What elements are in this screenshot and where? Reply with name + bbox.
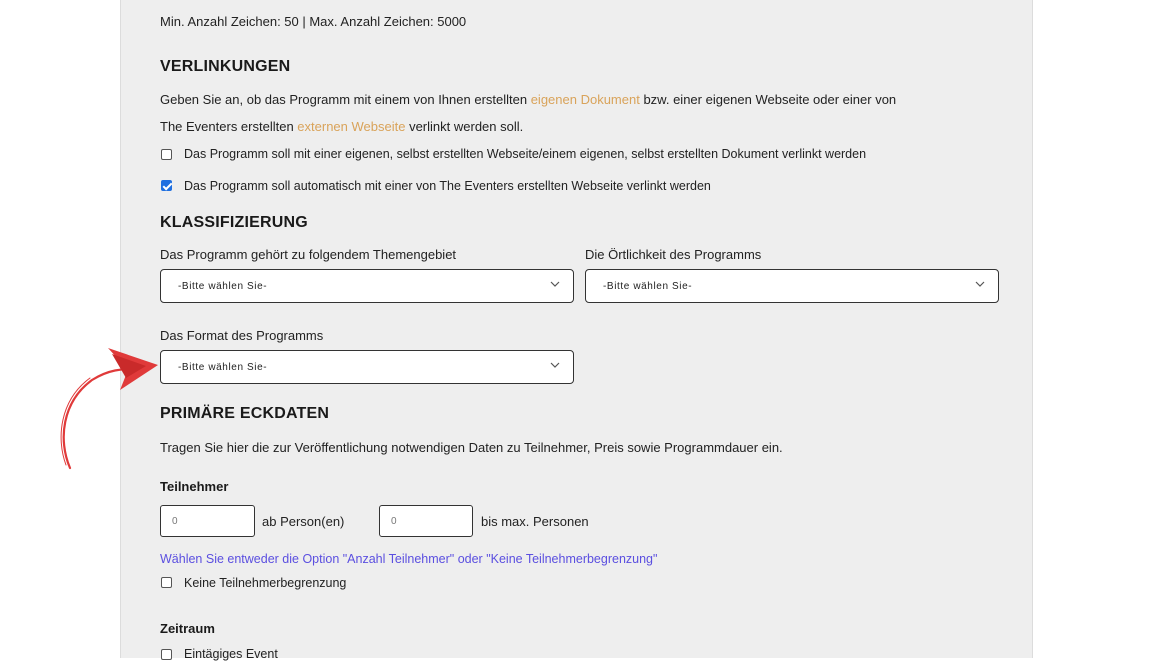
links-description-line2: The Eventers erstellten externen Webseit… bbox=[160, 119, 523, 134]
own-document-link[interactable]: eigenen Dokument bbox=[531, 92, 640, 107]
min-participants-suffix: ab Person(en) bbox=[262, 514, 345, 529]
links-description-line1: Geben Sie an, ob das Programm mit einem … bbox=[160, 92, 896, 107]
topic-select-value: -Bitte wählen Sie- bbox=[178, 281, 268, 292]
format-label: Das Format des Programms bbox=[160, 328, 324, 343]
links-desc-text: bzw. einer eigenen Webseite oder einer v… bbox=[639, 92, 897, 107]
topic-select[interactable]: -Bitte wählen Sie- bbox=[160, 269, 574, 303]
chevron-down-icon bbox=[550, 362, 560, 368]
primary-heading: PRIMÄRE ECKDATEN bbox=[160, 405, 330, 422]
location-select-value: -Bitte wählen Sie- bbox=[603, 281, 693, 292]
period-label: Zeitraum bbox=[160, 621, 215, 636]
location-select[interactable]: -Bitte wählen Sie- bbox=[585, 269, 999, 303]
no-limit-label: Keine Teilnehmerbegrenzung bbox=[184, 576, 347, 590]
min-participants-value: 0 bbox=[172, 516, 178, 527]
topic-label: Das Programm gehört zu folgendem Themeng… bbox=[160, 247, 457, 262]
links-desc-text: Geben Sie an, ob das Programm mit einem … bbox=[160, 92, 531, 107]
annotation-arrow-icon bbox=[60, 348, 158, 470]
chevron-down-icon bbox=[550, 281, 560, 287]
max-participants-value: 0 bbox=[391, 516, 397, 527]
min-participants-input[interactable]: 0 bbox=[160, 505, 255, 537]
auto-link-label: Das Programm soll automatisch mit einer … bbox=[184, 179, 711, 193]
classification-heading: KLASSIFIZIERUNG bbox=[160, 214, 308, 231]
participants-label: Teilnehmer bbox=[160, 479, 229, 494]
single-day-checkbox[interactable] bbox=[161, 649, 172, 660]
format-select[interactable]: -Bitte wählen Sie- bbox=[160, 350, 574, 384]
external-website-link[interactable]: externen Webseite bbox=[297, 119, 405, 134]
links-heading: VERLINKUNGEN bbox=[160, 58, 291, 75]
auto-link-checkbox[interactable] bbox=[161, 180, 172, 191]
chevron-down-icon bbox=[975, 281, 985, 287]
char-limit-text: Min. Anzahl Zeichen: 50 | Max. Anzahl Ze… bbox=[160, 14, 467, 29]
links-desc-text: verlinkt werden soll. bbox=[405, 119, 524, 134]
links-desc-text: The Eventers erstellten bbox=[160, 119, 298, 134]
own-link-checkbox[interactable] bbox=[161, 149, 172, 160]
participants-hint: Wählen Sie entweder die Option "Anzahl T… bbox=[160, 552, 658, 566]
max-participants-input[interactable]: 0 bbox=[379, 505, 473, 537]
single-day-label: Eintägiges Event bbox=[184, 647, 278, 661]
own-link-label: Das Programm soll mit einer eigenen, sel… bbox=[184, 147, 867, 161]
location-label: Die Örtlichkeit des Programms bbox=[585, 247, 762, 262]
format-select-value: -Bitte wählen Sie- bbox=[178, 362, 268, 373]
max-participants-suffix: bis max. Personen bbox=[481, 514, 589, 529]
primary-description: Tragen Sie hier die zur Veröffentlichung… bbox=[160, 440, 783, 455]
no-limit-checkbox[interactable] bbox=[161, 577, 172, 588]
